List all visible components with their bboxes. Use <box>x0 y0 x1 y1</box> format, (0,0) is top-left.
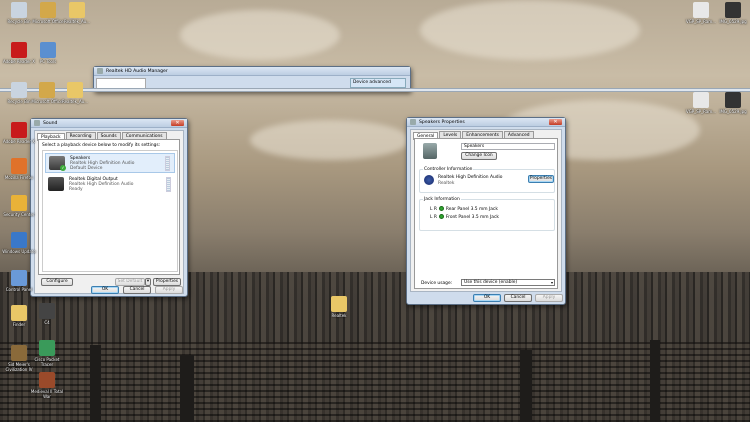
configure-button[interactable]: Configure <box>41 278 73 286</box>
pc-tools-icon <box>40 42 56 58</box>
green-jack-icon <box>438 214 444 219</box>
close-button[interactable]: ✕ <box>549 119 562 125</box>
realtek-icon <box>97 68 103 74</box>
office-icon <box>40 2 56 18</box>
desktop-icon[interactable]: Realtek_Au... <box>60 2 94 24</box>
speaker-large-icon <box>423 143 437 159</box>
recycle-bin-icon <box>11 82 27 98</box>
control-panel-icon <box>11 270 27 286</box>
cancel-button[interactable]: Cancel <box>123 286 151 294</box>
civilization-icon <box>11 345 27 361</box>
device-advanced-label[interactable]: Device advanced <box>350 78 406 88</box>
apply-button[interactable]: Apply <box>155 286 183 294</box>
folder-icon <box>67 82 83 98</box>
windows-update-icon <box>11 232 27 248</box>
device-name-field[interactable]: Speakers <box>461 143 555 150</box>
desktop-icon[interactable]: Medieval II Total War <box>30 372 64 399</box>
general-panel: Speakers Change Icon Controller Informat… <box>414 138 558 289</box>
image-icon <box>725 2 741 18</box>
desktop-icon[interactable]: IMG_0529.jpg <box>716 2 750 24</box>
instruction-text: Select a playback device below to modify… <box>42 143 161 148</box>
ok-button[interactable]: OK <box>473 294 501 302</box>
device-list: ✓ Speakers Realtek High Definition Audio… <box>42 150 178 272</box>
apply-button[interactable]: Apply <box>535 294 563 302</box>
set-default-dropdown-button[interactable]: ▾ <box>145 278 151 286</box>
packet-tracer-icon <box>39 340 55 356</box>
jack-row-front: L R Front Panel 3.5 mm Jack <box>430 214 499 220</box>
total-war-icon <box>39 372 55 388</box>
desktop-icon[interactable]: Windows Update <box>2 232 36 254</box>
digital-output-icon <box>48 177 64 191</box>
volume-meter <box>165 156 170 171</box>
sound-dialog-titlebar[interactable]: Sound ✕ <box>31 119 187 128</box>
screen-tear-strip <box>0 88 750 92</box>
desktop-icon[interactable]: IMG_0529.jpg <box>716 92 750 114</box>
sound-dialog[interactable]: Sound ✕ Playback Recording Sounds Communica… <box>30 118 188 297</box>
desktop-icon[interactable]: VGP_SP_Ram... <box>684 92 718 114</box>
hd-audio-manager-titlebar[interactable]: Realtek HD Audio Manager <box>94 67 410 76</box>
firefox-icon <box>11 158 27 174</box>
green-jack-icon <box>438 206 444 211</box>
folder-icon <box>69 2 85 18</box>
chevron-down-icon: ▾ <box>550 280 553 285</box>
c4-icon <box>39 303 55 319</box>
jack-row-rear: L R Rear Panel 3.5 mm Jack <box>430 206 498 212</box>
image-icon <box>725 92 741 108</box>
desktop-icon[interactable]: Security Center <box>2 195 36 217</box>
desktop-icon[interactable]: Realtek_Au... <box>58 82 92 104</box>
change-icon-button[interactable]: Change Icon <box>461 152 497 160</box>
volume-meter <box>166 177 171 192</box>
desktop-icon[interactable]: VGP_SP_Ram... <box>684 2 718 24</box>
device-usage-select[interactable]: Use this device (enable) ▾ <box>461 279 555 286</box>
playback-panel: Select a playback device below to modify… <box>38 139 180 275</box>
set-default-button[interactable]: Set Default <box>115 278 145 286</box>
document-icon <box>693 92 709 108</box>
adobe-reader-icon <box>11 42 27 58</box>
speakers-properties-titlebar[interactable]: Speakers Properties ✕ <box>407 118 565 127</box>
device-usage-label: Device usage: <box>421 281 453 286</box>
controller-properties-button[interactable]: Properties <box>528 175 554 183</box>
default-check-icon: ✓ <box>60 165 66 171</box>
ok-button[interactable]: OK <box>91 286 119 294</box>
speakers-properties-dialog[interactable]: Speakers Properties ✕ General Levels Enhan… <box>406 117 566 305</box>
desktop-icon[interactable]: Control Panel <box>2 270 36 292</box>
cancel-button[interactable]: Cancel <box>504 294 532 302</box>
desktop-icon[interactable]: PC Tools <box>31 42 65 64</box>
controller-information-group: Controller Information Realtek High Defi… <box>419 167 555 193</box>
jack-information-group: Jack Information L R Rear Panel 3.5 mm Ja… <box>419 197 555 231</box>
office-icon <box>39 82 55 98</box>
realtek-crab-icon <box>424 175 434 185</box>
desktop-icon[interactable]: Cisco Packet Tracer <box>30 340 64 367</box>
speaker-icon <box>410 119 416 125</box>
properties-button[interactable]: Properties <box>153 278 181 286</box>
folder-icon <box>11 305 27 321</box>
folder-icon <box>331 296 347 312</box>
device-row-digital-output[interactable]: Realtek Digital Output Realtek High Defi… <box>45 175 175 195</box>
desktop-icon-center-folder[interactable]: Realtek <box>322 296 356 318</box>
desktop-icon[interactable]: Adobe Reader X <box>2 122 36 144</box>
recycle-bin-icon <box>11 2 27 18</box>
device-row-speakers[interactable]: ✓ Speakers Realtek High Definition Audio… <box>45 153 175 173</box>
security-center-icon <box>11 195 27 211</box>
desktop-icon[interactable]: C4 <box>30 303 64 325</box>
adobe-reader-icon <box>11 122 27 138</box>
close-button[interactable]: ✕ <box>171 120 184 126</box>
document-icon <box>693 2 709 18</box>
desktop-icon[interactable]: Mozilla Firefox <box>2 158 36 180</box>
